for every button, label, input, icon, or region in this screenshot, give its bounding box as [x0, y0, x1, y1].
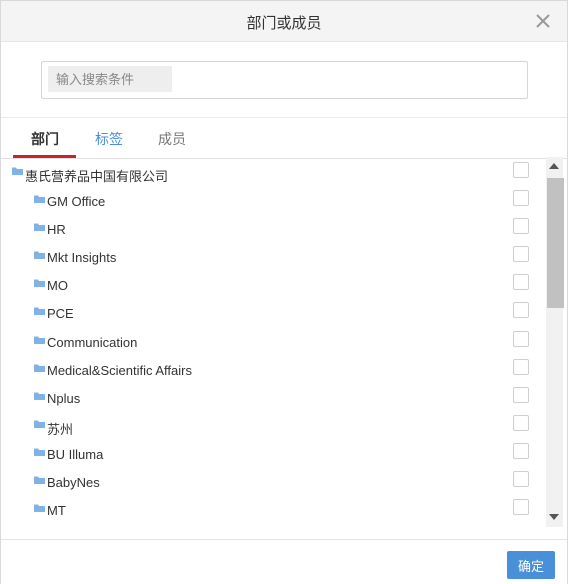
row-checkbox[interactable] — [513, 330, 529, 347]
tree-row[interactable]: Mkt Insights — [1, 244, 545, 272]
confirm-button[interactable]: 确定 — [507, 551, 555, 579]
folder-icon — [34, 223, 45, 232]
close-button[interactable] — [533, 11, 553, 31]
tree-row-label: PCE — [47, 306, 74, 322]
folder-icon — [34, 448, 45, 456]
tree-row-label: Nplus — [47, 390, 81, 406]
tree-row-label: MO — [47, 278, 68, 294]
row-checkbox[interactable] — [513, 246, 529, 263]
row-checkbox[interactable] — [513, 471, 529, 487]
tree-row[interactable]: HR — [1, 216, 545, 244]
tree-row[interactable]: PCE — [1, 300, 545, 328]
tab-tags[interactable]: 标签 — [95, 129, 123, 149]
folder-icon — [12, 167, 23, 175]
tree-row[interactable]: Communication — [1, 329, 545, 357]
folder-icon — [34, 476, 45, 484]
scroll-thumb[interactable] — [547, 178, 564, 308]
row-checkbox[interactable] — [513, 218, 529, 235]
row-checkbox[interactable] — [513, 414, 529, 431]
row-checkbox[interactable] — [513, 499, 529, 516]
folder-icon — [34, 504, 45, 513]
tree-row-label: GM Office — [47, 194, 106, 209]
dialog-title: 部门或成员 — [246, 15, 322, 32]
folder-icon — [34, 195, 45, 203]
close-icon — [536, 14, 550, 28]
row-checkbox[interactable] — [513, 302, 529, 319]
folder-icon — [34, 420, 45, 428]
dialog-footer: 确定 — [1, 539, 567, 584]
triangle-down-icon[interactable] — [549, 514, 559, 520]
row-checkbox[interactable] — [513, 274, 529, 291]
dialog-header: 部门或成员 — [1, 1, 567, 42]
triangle-up-icon[interactable] — [549, 163, 559, 169]
tree-row-label: HR — [47, 222, 66, 238]
row-checkbox[interactable] — [513, 190, 529, 206]
tree-row-label: Medical&Scientific Affairs — [47, 362, 192, 378]
tab-bar: 部门 标签 成员 — [1, 117, 567, 159]
tree-row[interactable]: 苏州 — [1, 413, 545, 441]
dialog: 部门或成员 部门 标签 成员 惠氏营养品中国有限公司 GM Office HR Mk… — [0, 0, 568, 584]
tree-row-root[interactable]: 惠氏营养品中国有限公司 — [1, 160, 545, 188]
scrollbar[interactable] — [546, 157, 564, 527]
row-checkbox[interactable] — [513, 162, 529, 178]
folder-icon — [34, 364, 45, 372]
tab-members[interactable]: 成员 — [158, 129, 186, 149]
tree-row-label: BabyNes — [47, 475, 100, 490]
tree-row-label: MT — [47, 503, 66, 519]
tree-row[interactable]: MO — [1, 272, 545, 300]
row-checkbox[interactable] — [513, 358, 529, 375]
row-checkbox[interactable] — [513, 442, 529, 459]
tree-row[interactable]: BabyNes — [1, 469, 545, 497]
folder-icon — [34, 392, 45, 400]
tree-row[interactable]: Medical&Scientific Affairs — [1, 357, 545, 385]
department-tree: 惠氏营养品中国有限公司 GM Office HR Mkt Insights MO PCE… — [1, 157, 545, 527]
folder-icon — [34, 279, 45, 288]
tree-row[interactable]: Nplus — [1, 385, 545, 413]
tab-departments[interactable]: 部门 — [31, 129, 59, 149]
tree-row[interactable]: BU Illuma — [1, 441, 545, 469]
row-checkbox[interactable] — [513, 386, 529, 403]
folder-icon — [34, 251, 45, 260]
folder-icon — [34, 307, 45, 316]
tree-row[interactable]: MT — [1, 497, 545, 525]
tree-row[interactable]: GM Office — [1, 188, 545, 216]
tree-row-label: 苏州 — [47, 421, 74, 437]
tree-row-label: BU Illuma — [47, 446, 104, 462]
search-input[interactable] — [48, 66, 172, 92]
folder-icon — [34, 336, 45, 344]
tree-row-label: Communication — [47, 334, 138, 350]
search-box — [41, 61, 528, 99]
tree-row-label: 惠氏营养品中国有限公司 — [25, 169, 169, 184]
tree-row-label: Mkt Insights — [47, 250, 117, 266]
